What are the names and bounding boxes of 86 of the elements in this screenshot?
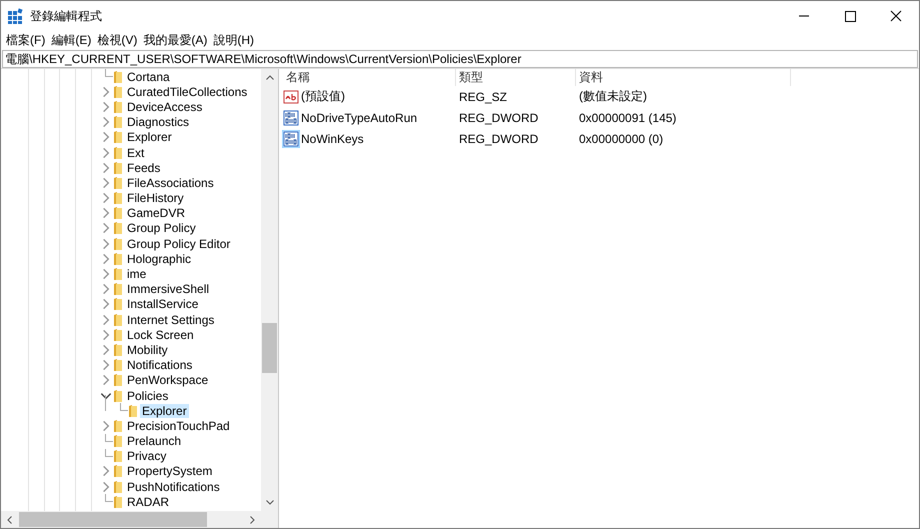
address-bar[interactable]: 電腦\HKEY_CURRENT_USER\SOFTWARE\Microsoft\Windows\CurrentVersion\Policies\Explorer [2,50,918,68]
folder-icon [113,434,123,448]
tree-item[interactable]: Cortana [125,70,172,84]
tree-item[interactable]: Lock Screen [125,328,196,342]
folder-icon [113,84,123,99]
scrollbar-thumb[interactable] [262,322,277,373]
folder-icon [128,404,138,418]
folder-icon [113,115,123,130]
tree-item[interactable]: ImmersiveShell [125,282,212,296]
folder-icon [113,160,123,175]
horizontal-scrollbar[interactable] [1,511,261,528]
folder-icon [113,342,123,357]
value-name[interactable]: NoWinKeys [300,132,364,146]
scroll-up-icon[interactable] [266,75,274,80]
tree-item[interactable]: Explorer [125,130,174,144]
folder-icon [113,236,123,251]
folder-icon [113,358,123,372]
tree-item[interactable]: PushNotifications [125,480,222,494]
folder-icon [113,449,123,464]
tree-item[interactable]: ime [125,267,148,282]
folder-icon [113,297,123,312]
column-header[interactable]: 名稱 [283,69,456,86]
folder-icon [113,221,123,236]
tree-item[interactable]: Internet Settings [125,312,216,327]
tree-item[interactable]: Privacy [125,449,168,464]
tree-item[interactable]: Policies [125,388,170,403]
tree-item[interactable]: Holographic [125,252,194,266]
tree-item[interactable]: PropertySystem [125,464,214,478]
folder-icon [113,494,123,509]
scrollbar-thumb[interactable] [19,512,207,527]
menu-item[interactable]: 說明(H) [210,32,257,49]
tree-item[interactable]: PrecisionTouchPad [125,418,232,433]
folder-icon [113,146,123,160]
scroll-left-icon[interactable] [7,516,12,524]
value-data: 0x00000000 (0) [578,132,664,146]
tree-item[interactable]: GameDVR [125,206,188,220]
tree-item[interactable]: DeviceAccess [125,100,204,114]
column-header[interactable]: 資料 [576,69,791,86]
folder-icon [113,373,123,388]
folder-icon [113,267,123,282]
folder-icon [113,328,123,342]
folder-icon [113,464,123,478]
folder-icon [113,388,123,403]
tree-item[interactable]: FileAssociations [125,176,216,190]
scroll-right-icon[interactable] [250,516,255,524]
menu-item[interactable]: 我的最愛(A) [140,32,210,49]
value-type: REG_SZ [458,90,508,104]
folder-icon [113,312,123,327]
registry-editor-icon [8,8,24,24]
tree-item[interactable]: Group Policy Editor [125,236,232,251]
tree-item[interactable]: Notifications [125,358,194,372]
folder-icon [113,418,123,433]
value-type: REG_DWORD [458,110,540,124]
folder-icon [113,191,123,206]
value-data: (數值未設定) [578,88,648,105]
tree-item[interactable]: Mobility [125,342,170,357]
value-data: 0x00000091 (145) [578,110,678,124]
tree-item[interactable]: FileHistory [125,191,186,206]
folder-icon [113,252,123,266]
tree-item[interactable]: Diagnostics [125,115,192,130]
scroll-down-icon[interactable] [266,500,274,505]
folder-icon [113,480,123,494]
tree-item[interactable]: PenWorkspace [125,373,210,388]
tree-item[interactable]: Ext [125,146,146,160]
vertical-scrollbar[interactable] [261,69,278,511]
menu-item[interactable]: 編輯(E) [48,32,94,49]
folder-icon [113,282,123,296]
window-title: 登錄編輯程式 [30,8,102,24]
value-name[interactable]: NoDriveTypeAutoRun [300,110,418,124]
folder-icon [113,70,123,84]
tree-item[interactable]: Feeds [125,160,162,175]
menu-item[interactable]: 檔案(F) [3,32,48,49]
tree-item[interactable]: Prelaunch [125,434,184,448]
folder-icon [113,176,123,190]
value-name[interactable]: (預設值) [300,88,345,105]
menu-item[interactable]: 檢視(V) [94,32,140,49]
column-header[interactable]: 類型 [456,69,576,86]
folder-icon [113,206,123,220]
tree-item[interactable]: RADAR [125,494,172,509]
value-type: REG_DWORD [458,132,540,146]
tree-item[interactable]: InstallService [125,297,200,312]
folder-icon [113,100,123,114]
tree-item[interactable]: CuratedTileCollections [125,84,250,99]
tree-item[interactable]: Group Policy [125,221,198,236]
folder-icon [113,130,123,144]
tree-item[interactable]: Explorer [140,404,189,418]
